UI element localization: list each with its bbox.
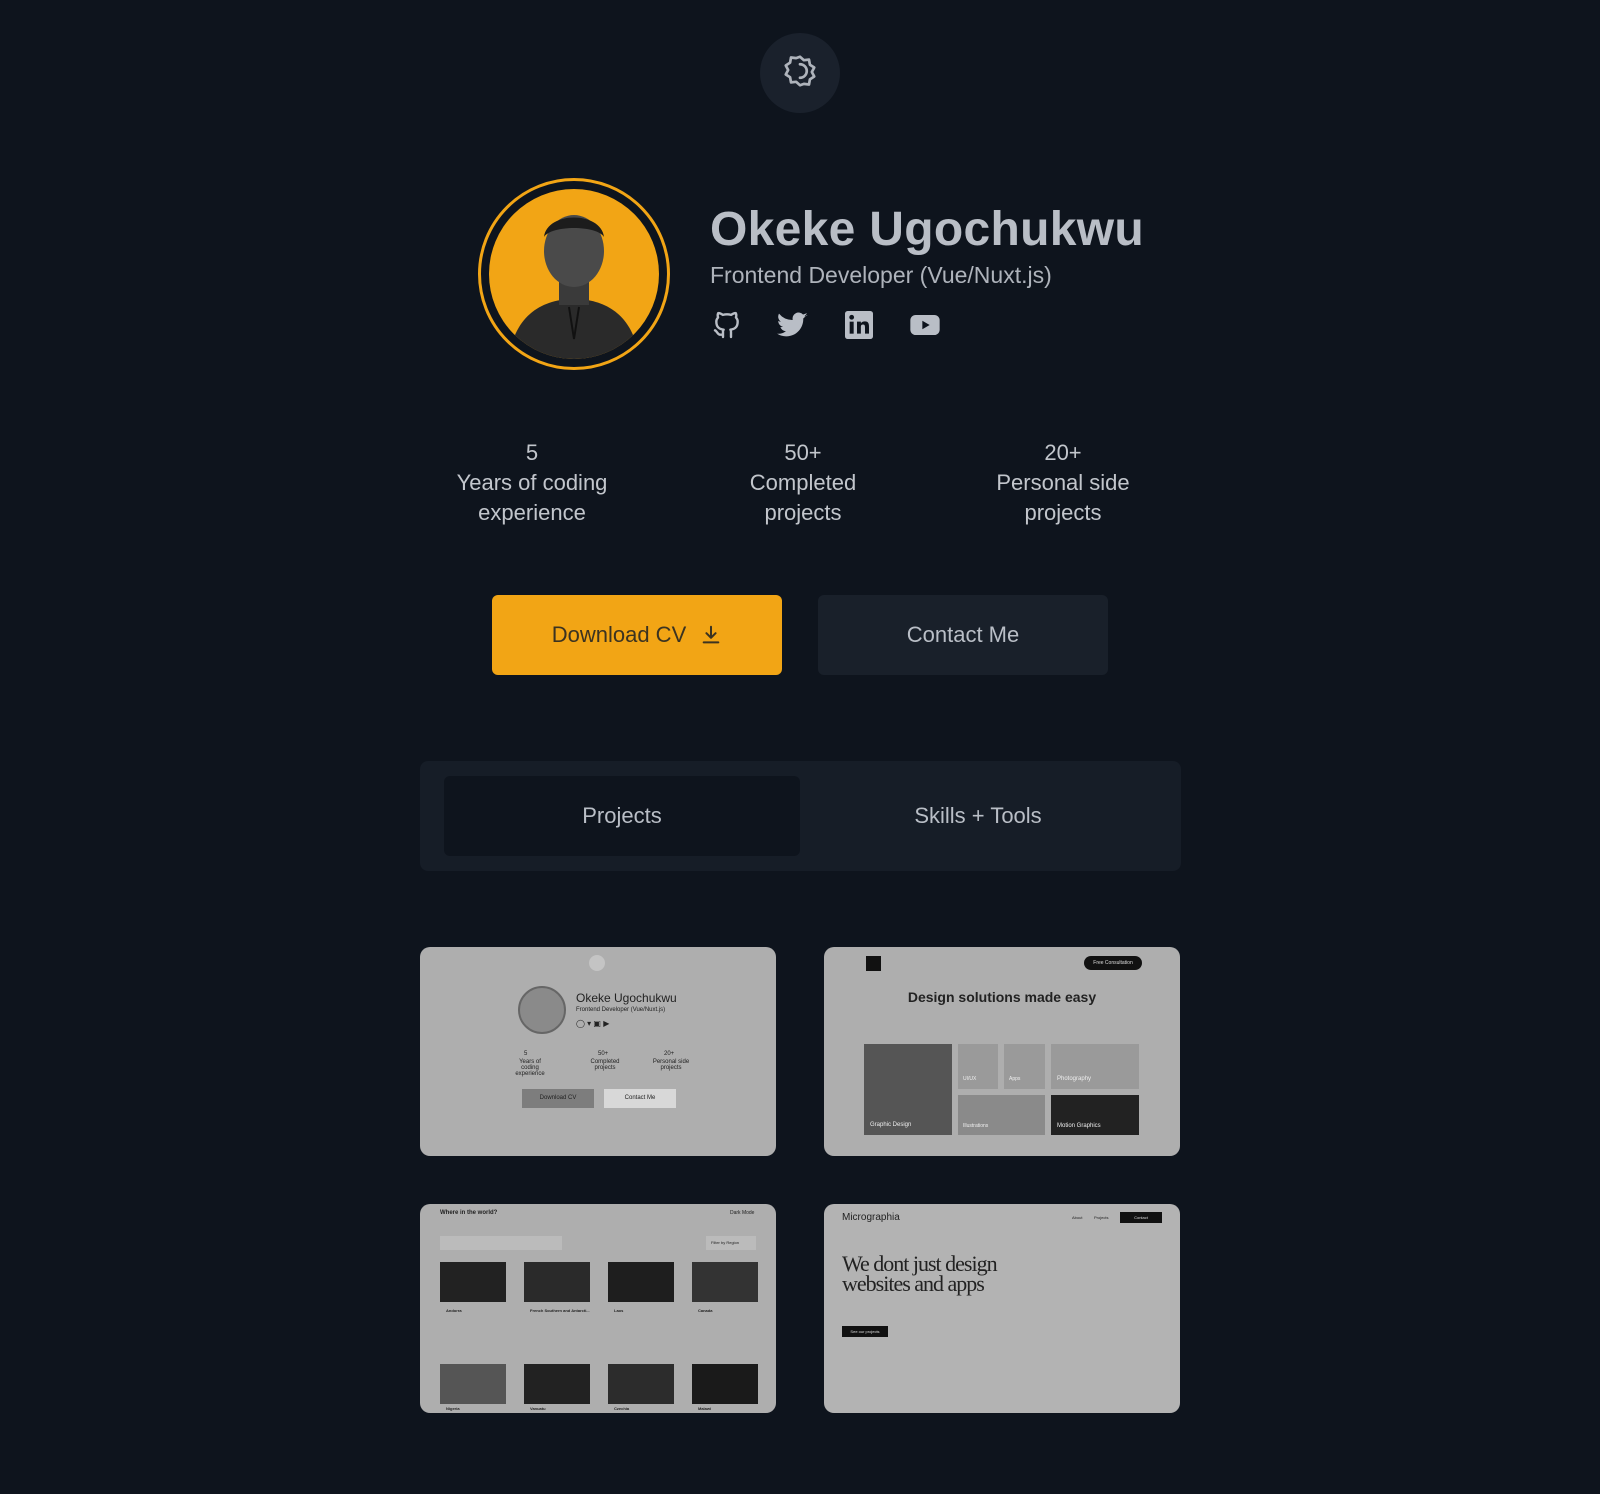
mini-cta: See our projects: [842, 1326, 888, 1337]
stat-years: 5 Years of coding experience: [432, 438, 632, 528]
mini-stat-1-label: Years of coding experience: [515, 1059, 545, 1077]
mini-avatar: [518, 986, 566, 1034]
project-card-portfolio[interactable]: Okeke Ugochukwu Frontend Developer (Vue/…: [420, 947, 776, 1156]
stat-value: 50+: [784, 440, 822, 465]
mini-flag: [692, 1364, 758, 1404]
section-tabs: Projects Skills + Tools: [420, 761, 1181, 871]
mini-country: Czechia: [614, 1406, 630, 1411]
mini-flag: [440, 1262, 506, 1302]
mini-country: Nigeria: [446, 1406, 460, 1411]
mini-flag: [692, 1262, 758, 1302]
mini-search: [440, 1236, 562, 1250]
mini-stat-3-label: Personal side projects: [652, 1059, 690, 1071]
mini-tile: UI/UX: [958, 1044, 998, 1089]
mini-country: Andorra: [446, 1308, 462, 1313]
mini-name: Okeke Ugochukwu: [576, 991, 677, 1005]
mini-flag: [524, 1364, 590, 1404]
mini-stat-2-label: Completed projects: [590, 1059, 620, 1071]
mini-brand: Micrographia: [842, 1212, 900, 1223]
contact-me-button[interactable]: Contact Me: [818, 595, 1108, 675]
stat-label-line2: projects: [1024, 500, 1102, 525]
mini-download-button: Download CV: [522, 1089, 594, 1108]
social-links: [710, 311, 941, 344]
github-link[interactable]: [710, 311, 743, 344]
mini-country: Malawi: [698, 1406, 712, 1411]
youtube-link[interactable]: [908, 311, 941, 344]
profile-name: Okeke Ugochukwu: [710, 203, 1144, 256]
stat-label-line1: Completed: [749, 470, 857, 495]
theme-toggle-icon: [782, 53, 818, 94]
mini-flag: [608, 1364, 674, 1404]
mini-contact-button: Contact Me: [604, 1089, 676, 1108]
twitter-icon: [776, 309, 809, 346]
download-cv-label: Download CV: [551, 622, 687, 647]
project-card-micrographia[interactable]: Micrographia About Projects Contact We d…: [824, 1204, 1180, 1413]
mini-headline: Design solutions made easy: [907, 989, 1097, 1005]
mini-country: French Southern and Antarcti...: [530, 1308, 590, 1313]
twitter-link[interactable]: [776, 311, 809, 344]
mini-country: Canada: [698, 1308, 713, 1313]
linkedin-link[interactable]: [842, 311, 875, 344]
stat-label-line2: projects: [764, 500, 842, 525]
github-icon: [711, 309, 743, 346]
project-card-countries[interactable]: Where in the world? Dark Mode Filter by …: [420, 1204, 776, 1413]
mini-nav-projects: Projects: [1094, 1215, 1109, 1220]
mini-theme-icon: [589, 955, 605, 971]
profile-role: Frontend Developer (Vue/Nuxt.js): [710, 262, 1052, 288]
download-icon: [700, 624, 722, 646]
stat-completed: 50+ Completed projects: [718, 438, 888, 528]
mini-country: Vanuatu: [530, 1406, 546, 1411]
mini-nav-contact: Contact: [1120, 1212, 1162, 1223]
mini-stat-3: 20+: [664, 1051, 675, 1057]
project-card-design-agency[interactable]: Free Consultation Design solutions made …: [824, 947, 1180, 1156]
mini-mode: Dark Mode: [730, 1210, 755, 1216]
stat-label-line2: experience: [478, 500, 586, 525]
mini-nav-about: About: [1072, 1215, 1083, 1220]
download-cv-button[interactable]: Download CV: [492, 595, 782, 675]
mini-title: Where in the world?: [440, 1210, 498, 1216]
mini-tile: Graphic Design: [864, 1044, 952, 1135]
mini-flag: [440, 1364, 506, 1404]
mini-badge: Free Consultation: [1084, 956, 1142, 970]
stat-label-line1: Personal side: [996, 470, 1130, 495]
mini-role: Frontend Developer (Vue/Nuxt.js): [576, 1007, 666, 1013]
stat-label-line1: Years of coding: [456, 470, 608, 495]
stats-section: 5 Years of coding experience 50+ Complet…: [432, 438, 1168, 538]
mini-logo: [866, 956, 881, 971]
avatar: [478, 178, 670, 370]
mini-tile: Photography: [1051, 1044, 1139, 1089]
mini-country: Laos: [614, 1308, 624, 1313]
linkedin-icon: [843, 309, 875, 346]
mini-tile: Apps: [1004, 1044, 1045, 1089]
profile-header: Okeke Ugochukwu Frontend Developer (Vue/…: [478, 178, 1158, 372]
mini-flag: [524, 1262, 590, 1302]
stat-value: 20+: [1044, 440, 1082, 465]
mini-stat-1: 5: [524, 1051, 528, 1057]
tab-projects[interactable]: Projects: [444, 776, 800, 856]
avatar-photo: [489, 189, 659, 359]
mini-headline-2: websites and apps: [842, 1271, 985, 1296]
tab-skills-tools[interactable]: Skills + Tools: [800, 776, 1156, 856]
youtube-icon: [908, 309, 942, 346]
stat-side-projects: 20+ Personal side projects: [978, 438, 1148, 528]
mini-tile: Motion Graphics: [1051, 1095, 1139, 1135]
mini-filter: Filter by Region: [706, 1236, 756, 1250]
mini-socials: ◯ ▾ ▣ ▶: [576, 1019, 610, 1028]
mini-stat-2: 50+: [598, 1051, 609, 1057]
stat-value: 5: [525, 440, 539, 465]
theme-toggle-button[interactable]: [760, 33, 840, 113]
mini-flag: [608, 1262, 674, 1302]
mini-tile: Illustrations: [958, 1095, 1045, 1135]
